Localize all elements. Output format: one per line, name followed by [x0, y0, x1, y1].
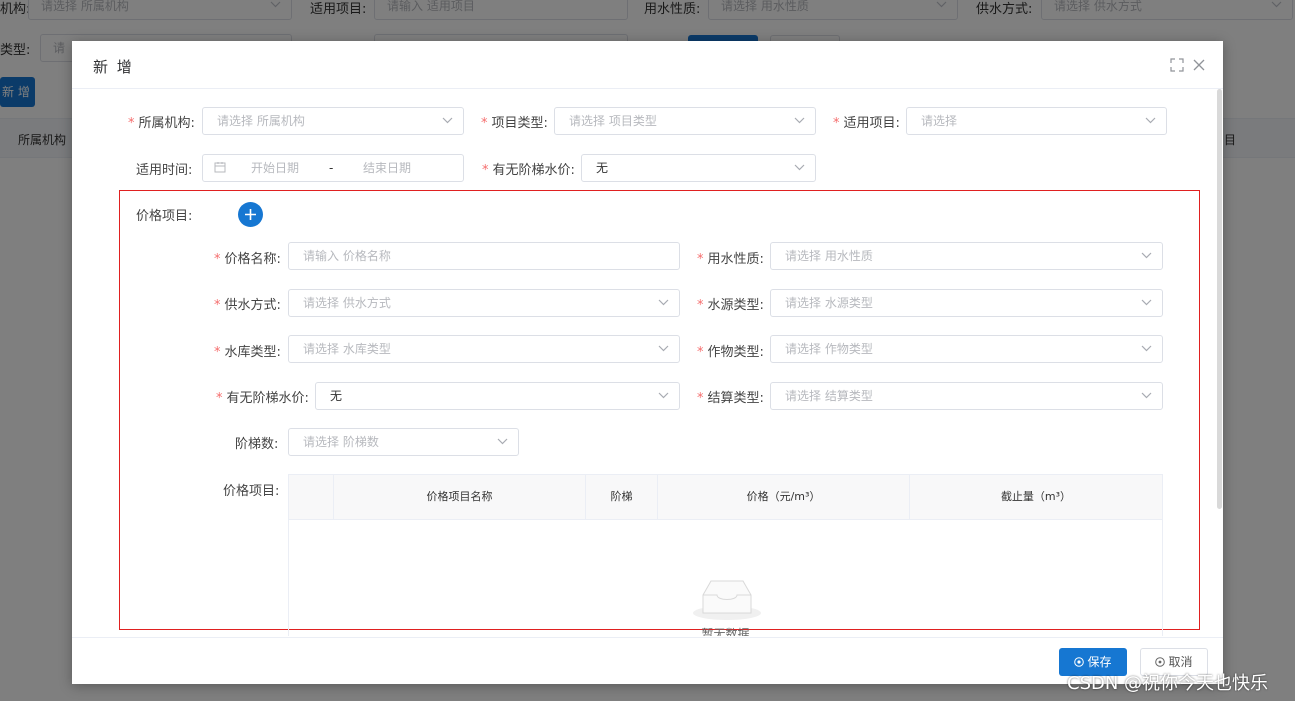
save-icon — [1074, 657, 1085, 667]
close-icon[interactable] — [1192, 58, 1206, 72]
crop-placeholder: 请选择 作物类型 — [785, 342, 873, 356]
water-source-placeholder: 请选择 水源类型 — [785, 296, 873, 310]
section-tiered-select[interactable]: 无 — [315, 382, 680, 410]
tiered-price-label: * 有无阶梯水价: — [482, 163, 575, 178]
calendar-icon — [214, 162, 226, 173]
chevron-down-icon — [658, 392, 669, 399]
price-table-header: 价格项目名称 阶梯 价格（元/m³） 截止量（m³） — [289, 475, 1162, 520]
org-label: * 所属机构: — [128, 116, 195, 131]
price-name-input[interactable]: 请输入 价格名称 — [288, 242, 680, 270]
reservoir-select[interactable]: 请选择 水库类型 — [288, 335, 680, 363]
tier-count-placeholder: 请选择 阶梯数 — [303, 435, 379, 449]
applicable-project-select[interactable]: 请选择 — [906, 107, 1167, 135]
save-label: 保存 — [1087, 655, 1112, 669]
tiered-price-select[interactable]: 无 — [581, 154, 816, 182]
applicable-time-label: 适用时间: — [136, 163, 193, 178]
chevron-down-icon — [1145, 117, 1156, 124]
plus-icon — [245, 209, 256, 220]
chevron-down-icon — [1141, 299, 1152, 306]
add-dialog: 新 增 * 所属机构: 请选择 所属机构 * 项目类型: 请选择 项目类型 * 适用项… — [72, 41, 1223, 684]
date-range-picker[interactable]: 开始日期 - 结束日期 — [202, 154, 464, 182]
supply-mode-label: * 供水方式: — [214, 298, 281, 313]
water-nature-placeholder: 请选择 用水性质 — [785, 249, 873, 263]
tiered-price-value: 无 — [596, 161, 609, 175]
chevron-down-icon — [1141, 252, 1152, 259]
empty-text: 暂无数据 — [701, 627, 750, 636]
project-type-placeholder: 请选择 项目类型 — [569, 114, 657, 128]
settlement-placeholder: 请选择 结算类型 — [785, 389, 873, 403]
chevron-down-icon — [658, 345, 669, 352]
dialog-title: 新 增 — [93, 58, 134, 76]
settlement-label: * 结算类型: — [697, 391, 764, 406]
column-cutoff: 截止量（m³） — [1000, 490, 1072, 503]
add-price-item-button[interactable] — [238, 202, 263, 227]
tier-count-select[interactable]: 请选择 阶梯数 — [288, 428, 519, 456]
chevron-down-icon — [442, 117, 453, 124]
price-items-label: 价格项目: — [136, 209, 193, 224]
chevron-down-icon — [497, 438, 508, 445]
water-nature-label: * 用水性质: — [697, 252, 764, 267]
chevron-down-icon — [794, 164, 805, 171]
chevron-down-icon — [1141, 345, 1152, 352]
date-separator: - — [329, 161, 334, 175]
chevron-down-icon — [658, 299, 669, 306]
column-price-item-name: 价格项目名称 — [334, 475, 586, 519]
column-tier: 阶梯 — [586, 475, 658, 519]
dialog-body: * 所属机构: 请选择 所属机构 * 项目类型: 请选择 项目类型 * 适用项目: 请… — [72, 89, 1223, 636]
supply-mode-placeholder: 请选择 供水方式 — [303, 296, 391, 310]
chevron-down-icon — [1141, 392, 1152, 399]
start-date-input[interactable]: 开始日期 — [251, 155, 299, 181]
fullscreen-icon[interactable] — [1170, 58, 1184, 72]
settlement-select[interactable]: 请选择 结算类型 — [770, 382, 1163, 410]
section-tiered-value: 无 — [330, 389, 343, 403]
dialog-footer: 保存 取消 — [72, 637, 1223, 685]
applicable-project-label: * 适用项目: — [833, 116, 900, 131]
price-name-placeholder: 请输入 价格名称 — [303, 249, 391, 263]
column-price: 价格（元/m³） — [658, 475, 910, 519]
project-type-label: * 项目类型: — [481, 116, 548, 131]
water-source-select[interactable]: 请选择 水源类型 — [770, 289, 1163, 317]
cancel-icon — [1155, 657, 1166, 667]
reservoir-label: * 水库类型: — [214, 345, 281, 360]
org-select[interactable]: 请选择 所属机构 — [202, 107, 464, 135]
column-checkbox — [289, 475, 334, 519]
crop-label: * 作物类型: — [697, 345, 764, 360]
water-nature-select[interactable]: 请选择 用水性质 — [770, 242, 1163, 270]
org-placeholder: 请选择 所属机构 — [217, 114, 305, 128]
cancel-label: 取消 — [1168, 655, 1193, 669]
tier-count-label: 阶梯数: — [235, 437, 279, 452]
section-tiered-label: * 有无阶梯水价: — [216, 391, 309, 406]
supply-mode-select[interactable]: 请选择 供水方式 — [288, 289, 680, 317]
end-date-input[interactable]: 结束日期 — [363, 155, 411, 181]
water-source-label: * 水源类型: — [697, 298, 764, 313]
price-name-label: * 价格名称: — [214, 252, 281, 267]
project-type-select[interactable]: 请选择 项目类型 — [554, 107, 816, 135]
dialog-scrollbar-thumb[interactable] — [1217, 89, 1222, 509]
reservoir-placeholder: 请选择 水库类型 — [303, 342, 391, 356]
price-table-label: 价格项目: — [223, 484, 280, 499]
dialog-header: 新 增 — [72, 41, 1223, 89]
applicable-project-placeholder: 请选择 — [921, 114, 958, 128]
price-items-table: 价格项目名称 阶梯 价格（元/m³） 截止量（m³） 暂无数据 — [288, 474, 1163, 636]
watermark: CSDN @祝你今天也快乐 — [1067, 673, 1269, 694]
crop-select[interactable]: 请选择 作物类型 — [770, 335, 1163, 363]
empty-box-icon — [693, 580, 761, 620]
chevron-down-icon — [794, 117, 805, 124]
